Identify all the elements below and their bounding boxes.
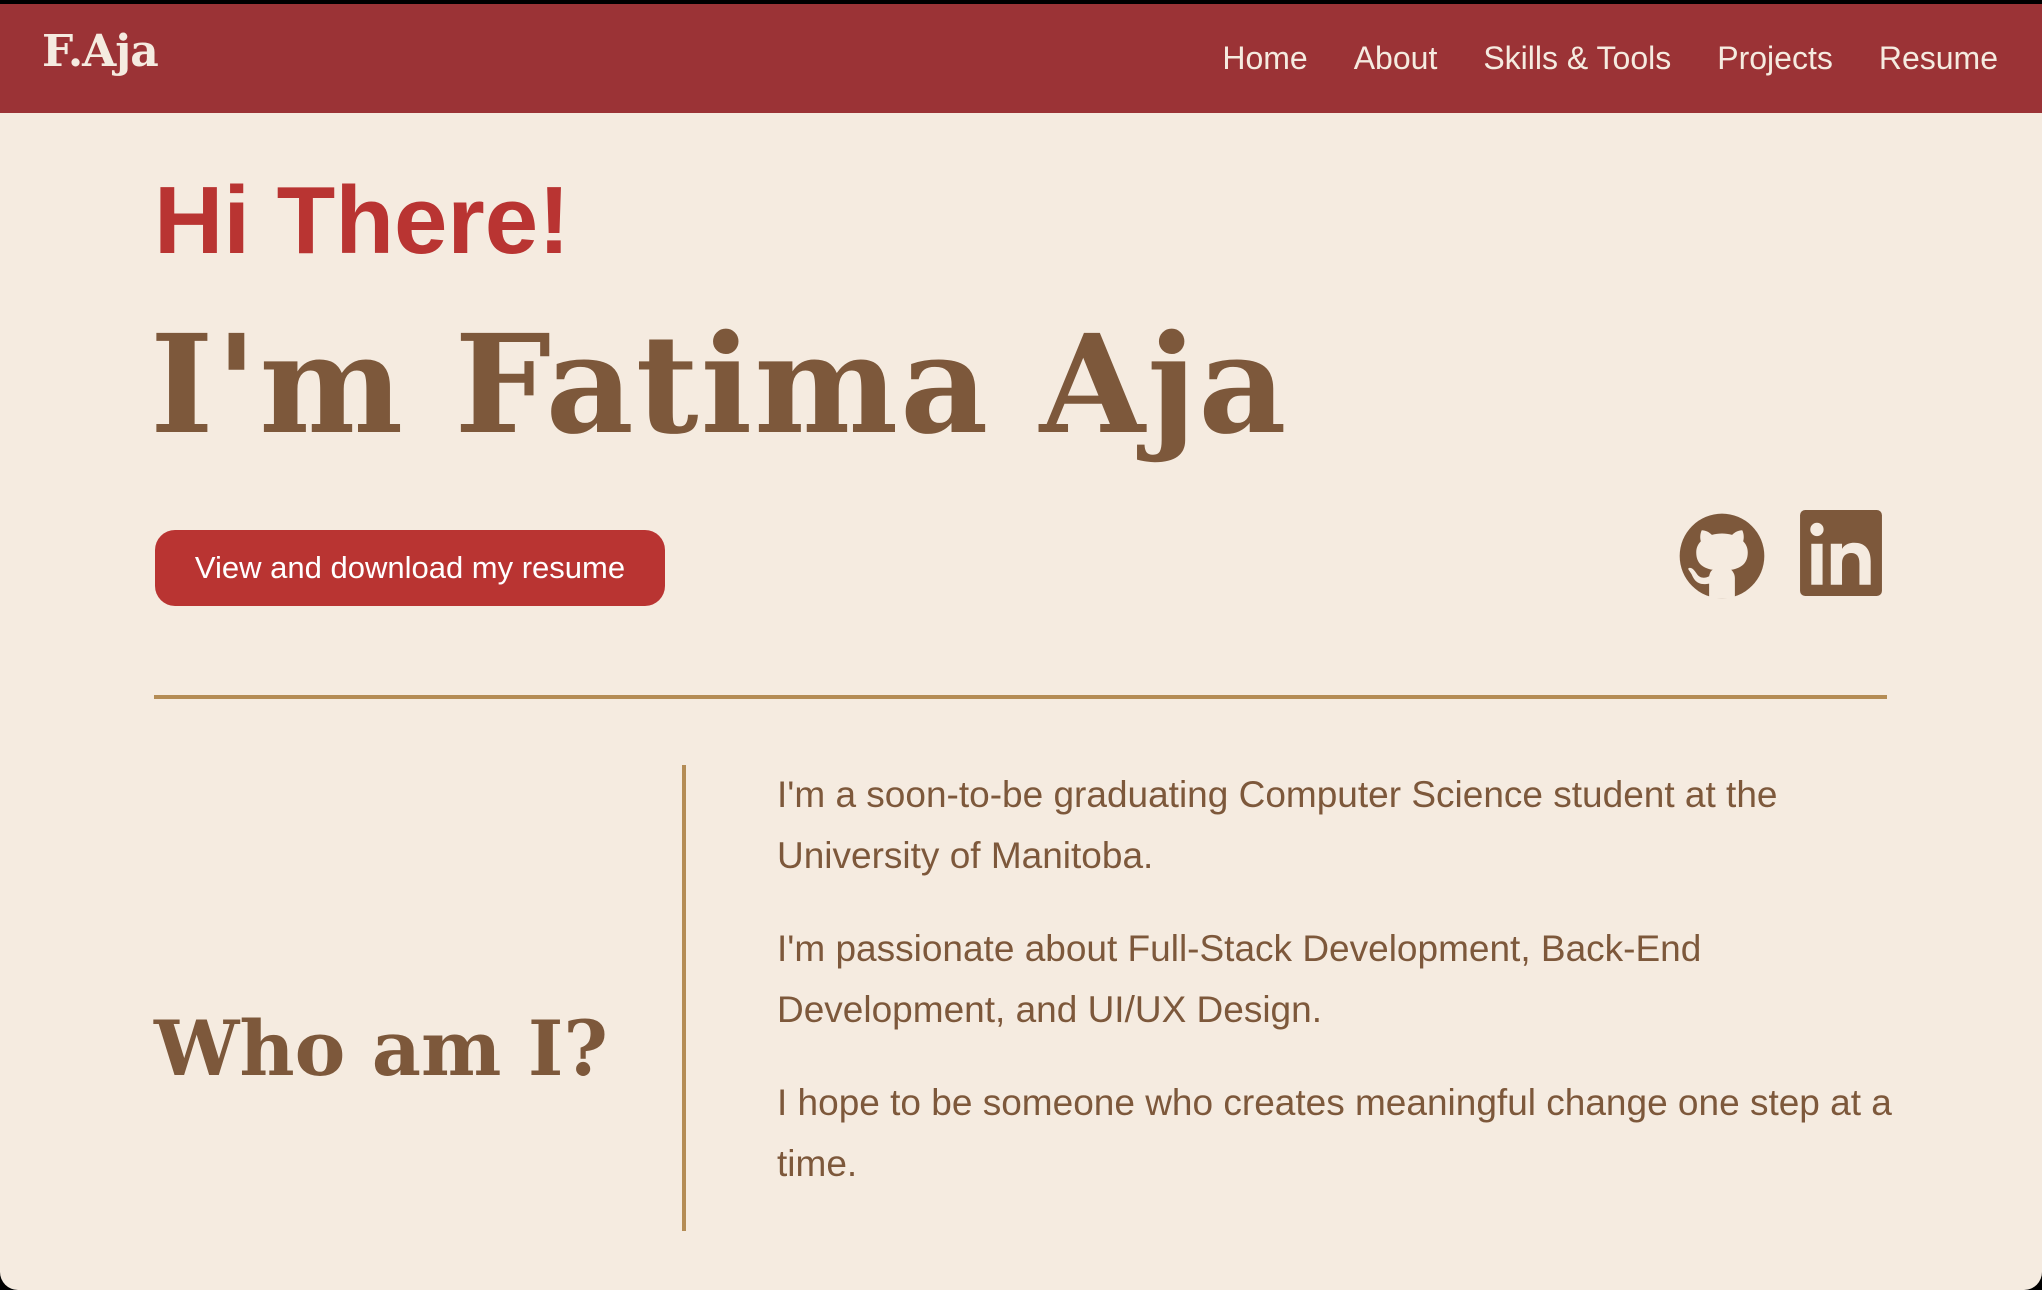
github-icon xyxy=(1679,513,1765,599)
hero-name: I'm Fatima Aja xyxy=(150,305,1289,465)
hero-greeting: Hi There! xyxy=(154,167,571,274)
linkedin-icon xyxy=(1800,510,1882,596)
navbar: F.Aja Home About Skills & Tools Projects… xyxy=(0,4,2042,113)
about-paragraph: I'm a soon-to-be graduating Computer Sci… xyxy=(777,774,1778,876)
section-divider xyxy=(154,695,1887,699)
about-paragraph: I'm passionate about Full-Stack Developm… xyxy=(777,928,1702,1030)
vertical-divider xyxy=(682,765,686,1231)
about-text: I'm a soon-to-be graduating Computer Sci… xyxy=(777,764,1897,1226)
view-resume-button[interactable]: View and download my resume xyxy=(155,530,665,606)
nav-link-resume[interactable]: Resume xyxy=(1879,40,1998,77)
about-heading: Who am I? xyxy=(154,1004,608,1094)
nav-link-about[interactable]: About xyxy=(1354,40,1438,77)
linkedin-link[interactable] xyxy=(1800,510,1882,601)
brand-logo[interactable]: F.Aja xyxy=(42,30,159,74)
github-link[interactable] xyxy=(1676,510,1768,607)
about-paragraph: I hope to be someone who creates meaning… xyxy=(777,1082,1892,1184)
nav-link-home[interactable]: Home xyxy=(1222,40,1307,77)
nav-link-skills-tools[interactable]: Skills & Tools xyxy=(1483,40,1671,77)
nav-menu: Home About Skills & Tools Projects Resum… xyxy=(1222,4,1998,113)
browser-window: F.Aja Home About Skills & Tools Projects… xyxy=(0,4,2042,1290)
nav-link-projects[interactable]: Projects xyxy=(1717,40,1833,77)
